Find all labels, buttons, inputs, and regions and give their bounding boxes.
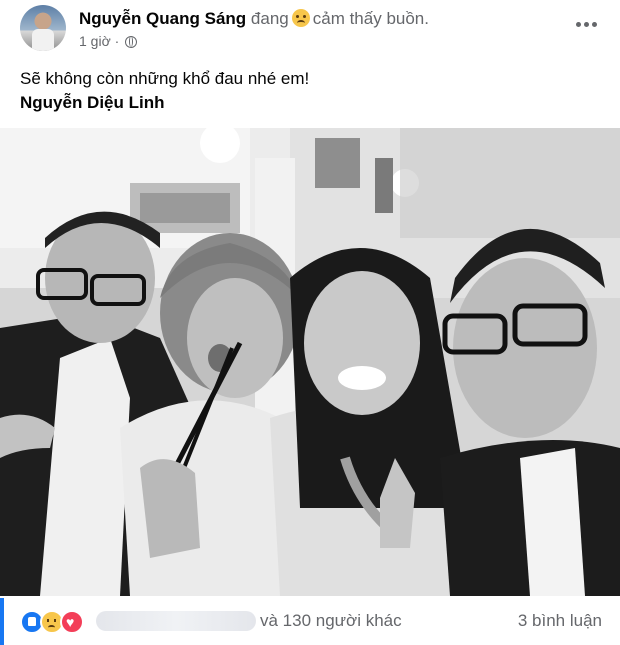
- facebook-post: Nguyễn Quang Sáng đang cảm thấy buồn. 1 g…: [0, 0, 620, 645]
- author-avatar[interactable]: [20, 5, 66, 51]
- tagged-person[interactable]: Nguyễn Diệu Linh: [20, 92, 165, 113]
- globe-icon[interactable]: [125, 36, 138, 48]
- author-line: Nguyễn Quang Sáng đang cảm thấy buồn.: [79, 9, 429, 29]
- post-photo[interactable]: [0, 128, 620, 596]
- author-name[interactable]: Nguyễn Quang Sáng: [79, 9, 246, 28]
- post-text: Sẽ không còn những khổ đau nhé em!: [20, 69, 310, 88]
- more-options-icon[interactable]: [574, 18, 598, 30]
- group-selfie-photo: [0, 128, 620, 596]
- sad-face-icon: [291, 9, 310, 27]
- post-footer: và 130 người khác 3 bình luận: [0, 598, 620, 645]
- feeling-text[interactable]: cảm thấy buồn.: [313, 9, 429, 28]
- post-header: Nguyễn Quang Sáng đang cảm thấy buồn. 1 g…: [0, 0, 620, 62]
- reaction-summary[interactable]: [20, 610, 84, 634]
- reaction-others-count[interactable]: và 130 người khác: [260, 611, 402, 631]
- comment-count[interactable]: 3 bình luận: [518, 611, 602, 631]
- love-icon: [60, 610, 84, 634]
- post-meta: 1 giờ ·: [79, 33, 138, 49]
- post-time[interactable]: 1 giờ: [79, 33, 111, 49]
- meta-separator: ·: [114, 33, 120, 49]
- feeling-prefix: đang: [250, 9, 289, 28]
- avatar-figure: [32, 29, 54, 51]
- blurred-reactor-names: [96, 611, 256, 631]
